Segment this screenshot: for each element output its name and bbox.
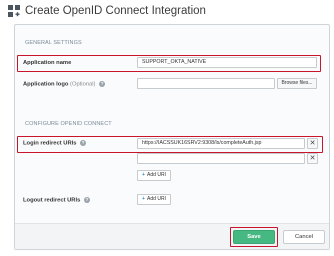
plus-icon: + xyxy=(142,196,145,202)
title-bar: Create OpenID Connect Integration xyxy=(8,2,206,20)
cancel-button[interactable]: Cancel xyxy=(283,230,325,244)
integration-form-panel: GENERAL SETTINGS Application name SUPPOR… xyxy=(14,24,330,250)
browse-files-button[interactable]: Browse files... xyxy=(277,78,317,89)
add-uri-label: Add URI xyxy=(147,196,166,202)
logout-redirect-label-text: Logout redirect URIs xyxy=(23,197,81,204)
help-icon[interactable]: ? xyxy=(80,140,87,146)
app-name-input[interactable]: SUPPORT_OKTA_NATIVE xyxy=(137,57,317,68)
add-logout-uri-button[interactable]: + Add URI xyxy=(137,194,171,205)
login-redirect-label: Login redirect URIs ? xyxy=(23,140,87,147)
app-logo-input[interactable] xyxy=(137,78,275,89)
page-title: Create OpenID Connect Integration xyxy=(25,5,206,17)
app-name-label: Application name xyxy=(23,60,72,66)
optional-tag: (Optional) xyxy=(70,81,96,88)
help-icon[interactable]: ? xyxy=(99,81,106,87)
remove-uri-button[interactable]: ✕ xyxy=(307,138,318,149)
configure-openid-heading: CONFIGURE OPENID CONNECT xyxy=(25,121,112,127)
help-icon[interactable]: ? xyxy=(83,197,90,203)
logout-redirect-label: Logout redirect URIs ? xyxy=(23,197,90,204)
add-login-uri-button[interactable]: + Add URI xyxy=(137,170,171,181)
remove-uri-button[interactable]: ✕ xyxy=(307,153,318,164)
general-settings-heading: GENERAL SETTINGS xyxy=(25,40,82,46)
login-redirect-uri-input[interactable] xyxy=(137,153,305,164)
app-logo-label: Application logo (Optional) ? xyxy=(23,81,106,88)
close-icon: ✕ xyxy=(309,155,316,162)
close-icon: ✕ xyxy=(309,140,316,147)
form-footer xyxy=(15,224,329,249)
footer-divider xyxy=(15,223,329,224)
plus-icon: + xyxy=(142,172,145,178)
integration-grid-icon xyxy=(8,5,20,17)
save-button[interactable]: Save xyxy=(233,230,275,244)
login-redirect-label-text: Login redirect URIs xyxy=(23,140,77,147)
login-redirect-uri-input[interactable]: https://IACSSUK16SRV2:9308/ls/completeAu… xyxy=(137,138,305,149)
app-logo-label-text: Application logo xyxy=(23,81,69,88)
add-uri-label: Add URI xyxy=(147,172,166,178)
